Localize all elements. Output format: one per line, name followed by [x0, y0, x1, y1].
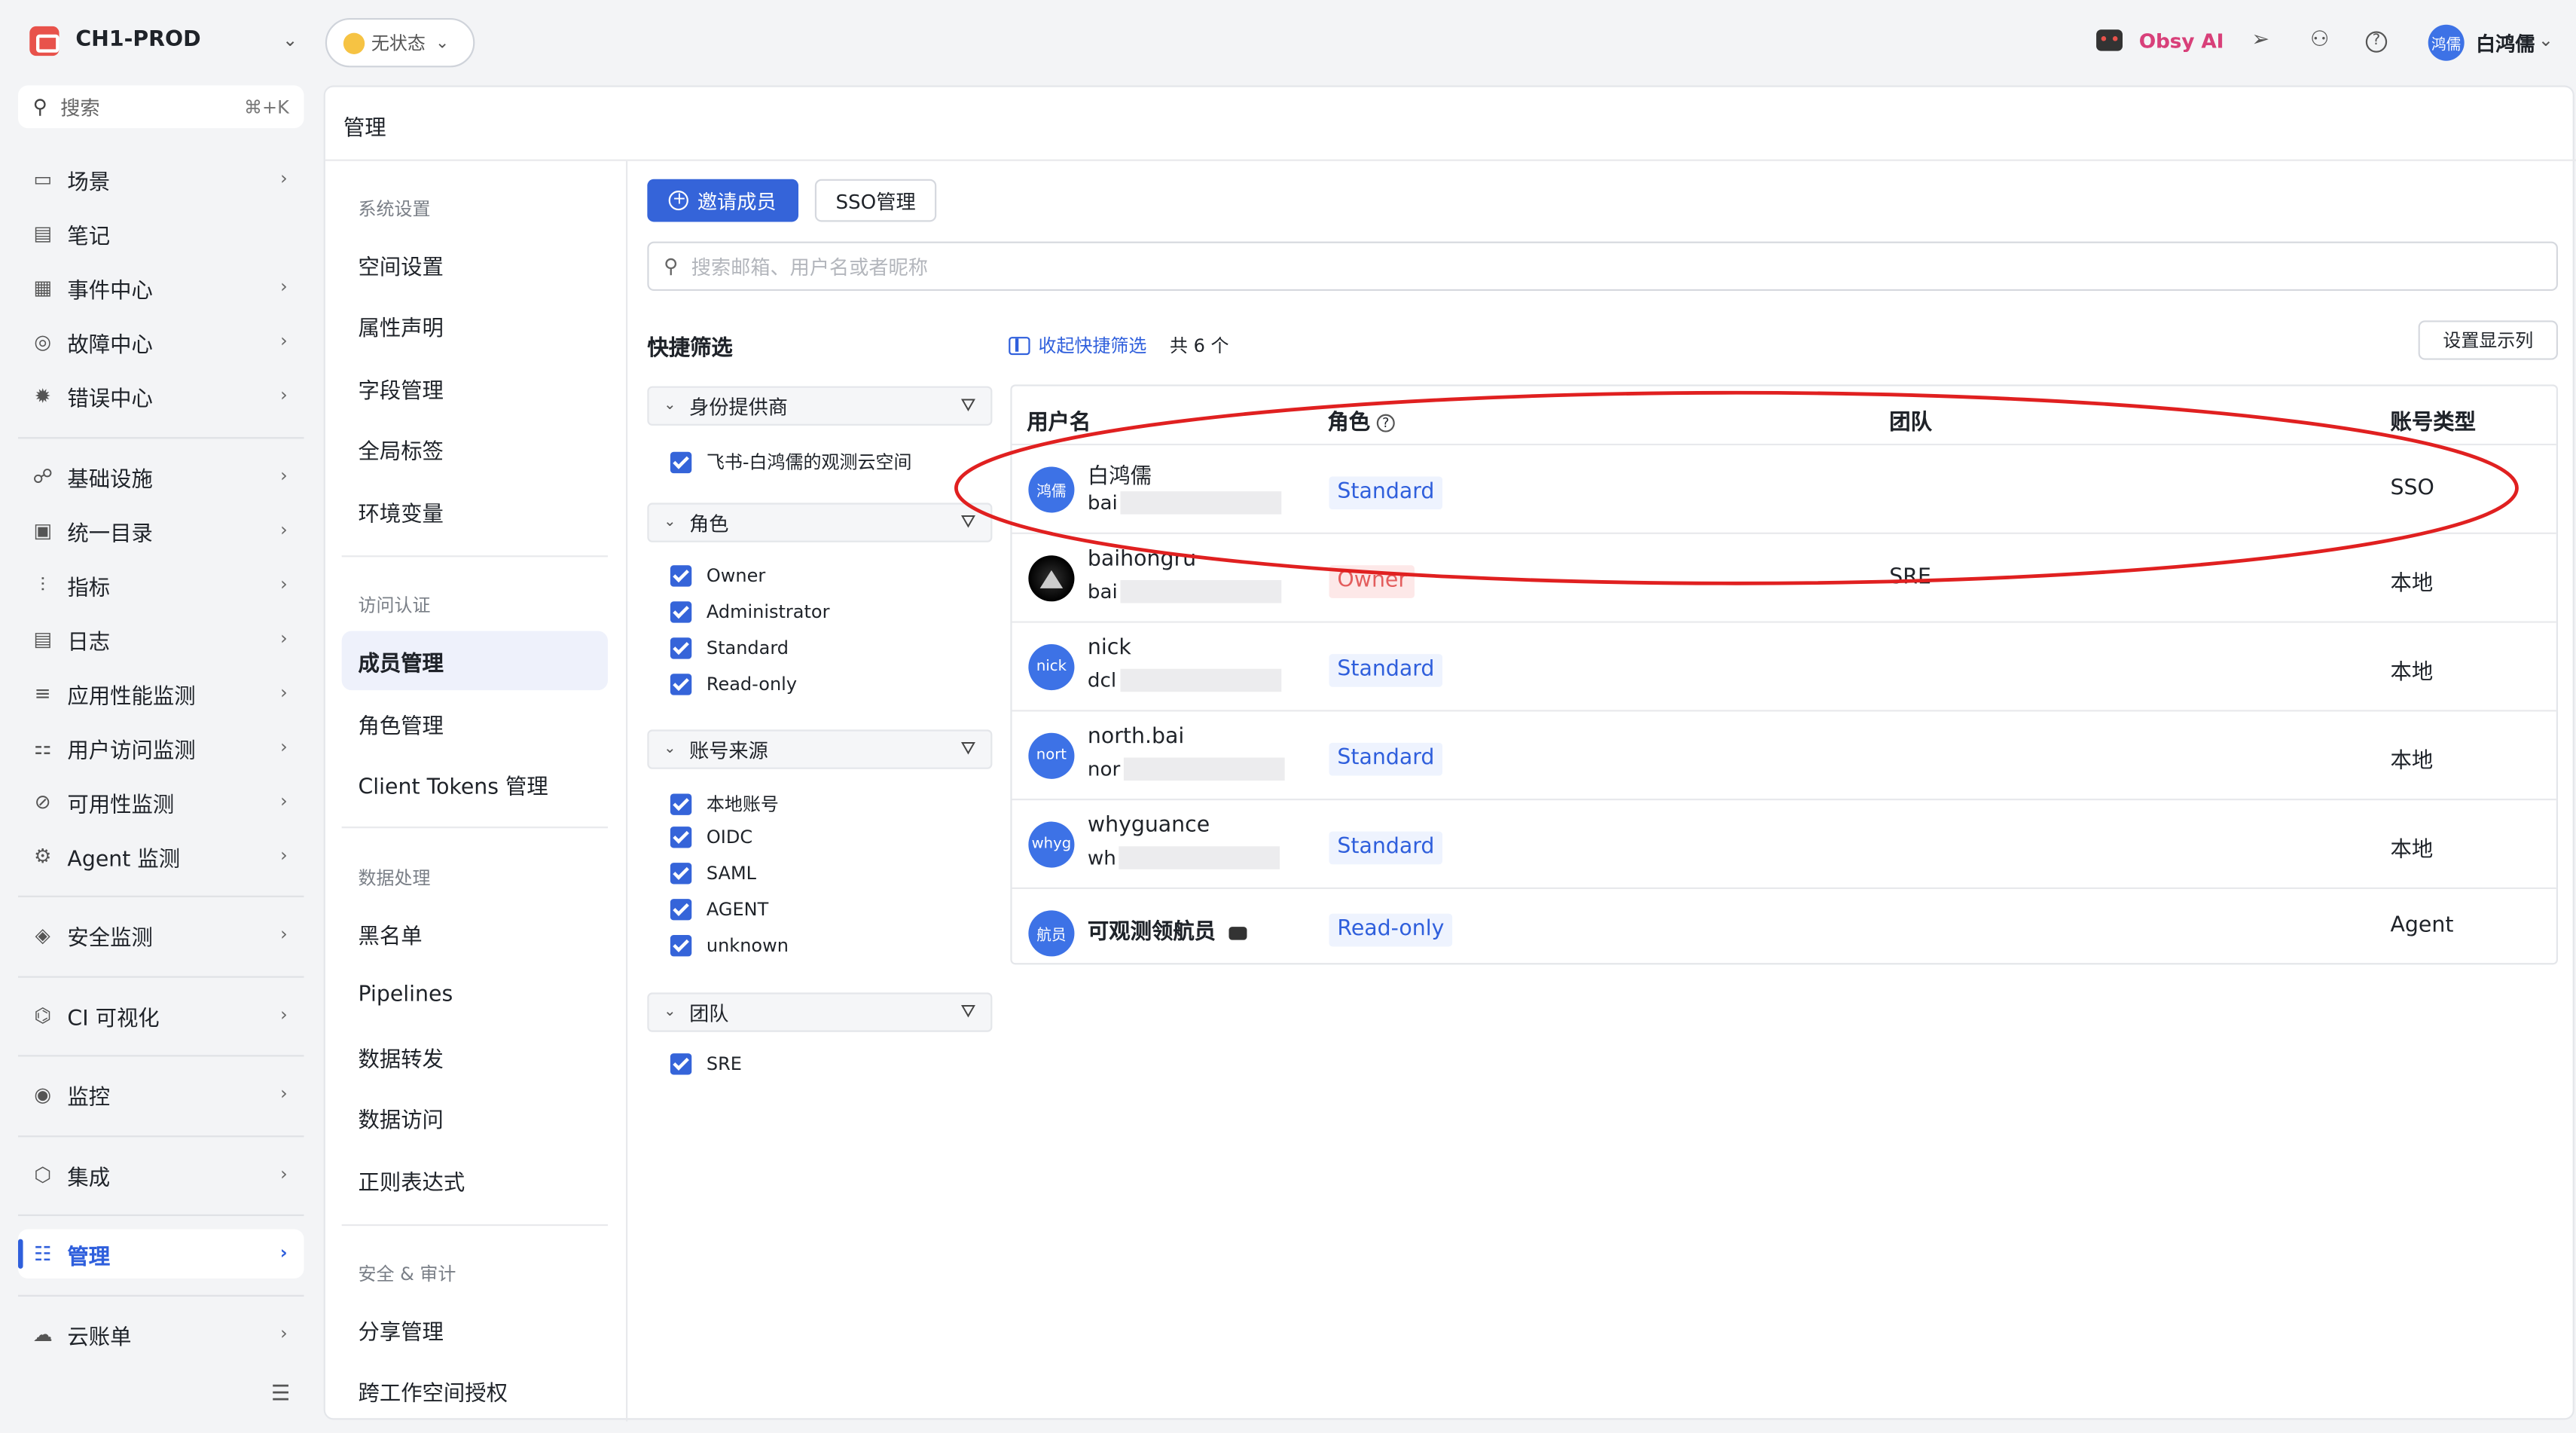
highlight-ellipse — [954, 390, 2519, 585]
highlight-annotation — [954, 390, 2519, 585]
